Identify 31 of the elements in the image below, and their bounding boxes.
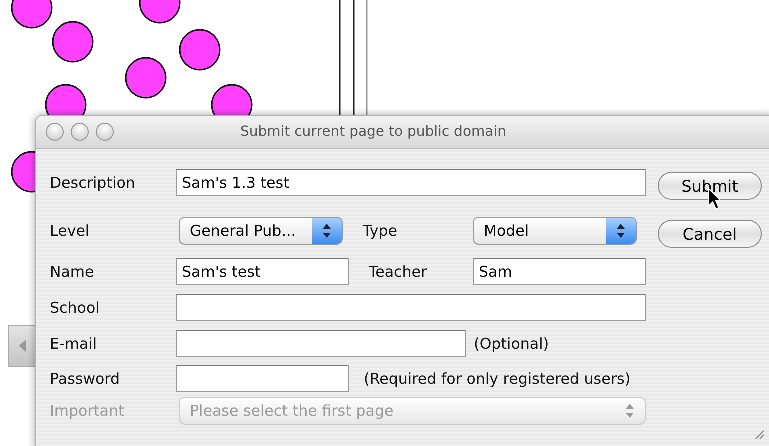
window-button[interactable] (71, 123, 89, 141)
field-label: Password (50, 369, 122, 390)
window-button[interactable] (96, 123, 114, 141)
input-field[interactable]: Sam's test (176, 258, 349, 285)
input-field[interactable] (176, 330, 466, 357)
password-field[interactable] (176, 365, 349, 392)
input-field[interactable]: Sam's 1.3 test (176, 169, 646, 196)
left-arrow-icon (18, 339, 28, 353)
dropdown[interactable]: Model (473, 217, 637, 245)
scroll-left-button[interactable] (8, 325, 38, 367)
field-label: Important (50, 401, 126, 422)
submit-button[interactable]: Submit (658, 172, 762, 200)
cancel-button[interactable]: Cancel (658, 220, 762, 248)
dropdown[interactable]: General Pub... (179, 217, 343, 245)
field-note: (Required for only registered users) (364, 369, 631, 390)
field-label: School (50, 298, 101, 319)
field-label: Name (50, 262, 96, 283)
field-label: Level (50, 221, 91, 242)
field-label: Description (50, 173, 136, 194)
stepper-arrows-icon (617, 224, 625, 238)
field-label: Type (363, 221, 398, 242)
input-field[interactable]: Sam (473, 258, 646, 285)
stepper-arrows-icon (626, 404, 634, 418)
resize-grip-icon (753, 428, 765, 440)
window-title: Submit current page to public domain (240, 124, 508, 140)
input-field[interactable] (176, 294, 646, 321)
window-button[interactable] (46, 123, 64, 141)
field-label: Teacher (369, 262, 428, 283)
stepper-arrows-icon (323, 224, 331, 238)
field-label: E-mail (50, 334, 98, 355)
field-note: (Optional) (474, 334, 550, 355)
